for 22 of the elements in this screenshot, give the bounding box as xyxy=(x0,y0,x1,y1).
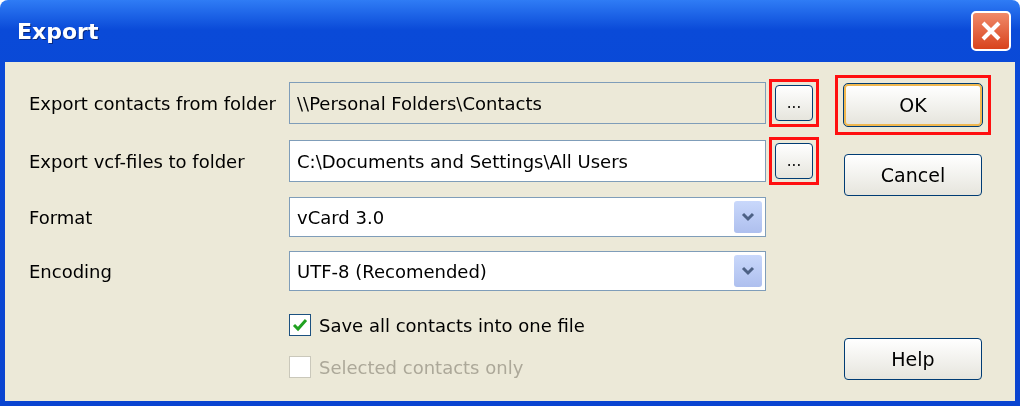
dialog-button[interactable]: OK xyxy=(844,84,982,126)
chevron-down-icon[interactable] xyxy=(734,201,762,233)
checkbox-option[interactable]: Save all contacts into one file xyxy=(289,304,825,346)
field-label: Format xyxy=(29,206,94,228)
folder-field[interactable]: \\Personal Folders\Contacts xyxy=(289,82,766,124)
field-label: Encoding xyxy=(29,260,113,282)
browse-button[interactable]: ... xyxy=(775,143,813,179)
dropdown[interactable]: vCard 3.0 xyxy=(289,197,766,237)
dropdown-value: vCard 3.0 xyxy=(297,206,385,228)
dialog-button[interactable]: Cancel xyxy=(844,154,982,196)
dialog-button[interactable]: Help xyxy=(844,338,982,380)
checkbox[interactable] xyxy=(289,314,311,336)
browse-button[interactable]: ... xyxy=(775,85,813,121)
dropdown[interactable]: UTF-8 (Recomended) xyxy=(289,251,766,291)
field-label: Export vcf-files to folder xyxy=(29,150,246,172)
dropdown-value: UTF-8 (Recomended) xyxy=(297,260,487,282)
folder-field[interactable]: C:\Documents and Settings\All Users xyxy=(289,140,766,182)
field-label: Export contacts from folder xyxy=(29,92,277,114)
close-button[interactable] xyxy=(971,11,1011,51)
chevron-down-icon[interactable] xyxy=(734,255,762,287)
close-icon xyxy=(979,19,1003,43)
window-title: Export xyxy=(17,18,99,44)
